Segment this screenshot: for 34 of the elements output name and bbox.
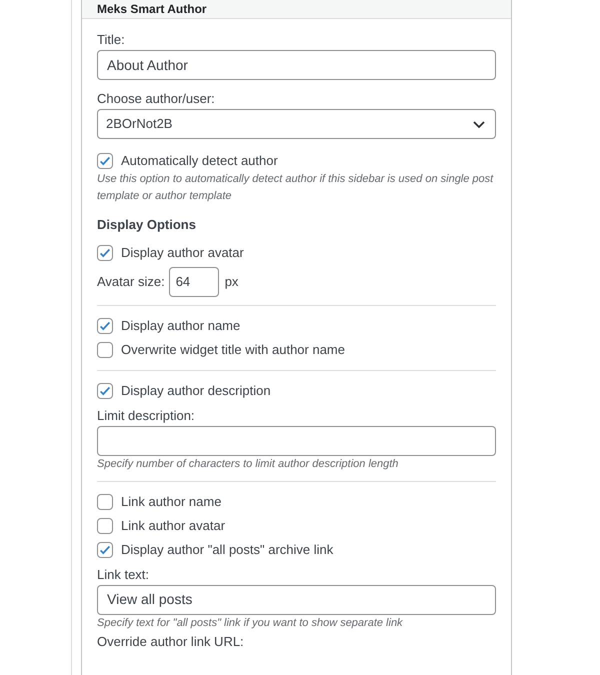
hint-text: Specify number of characters to limit author description length	[97, 456, 400, 472]
checkbox-label: Display author description	[121, 382, 271, 400]
checkbox-label: Automatically detect author	[121, 152, 278, 170]
text-input[interactable]: About Author	[97, 50, 496, 80]
hint-text: Use this option to automatically detect author if this sidebar is used on single post template or author template	[97, 172, 494, 204]
number-input[interactable]: 64	[168, 266, 219, 296]
checkbox[interactable]	[97, 542, 113, 558]
checkbox-label: Display author name	[121, 316, 240, 335]
checkbox[interactable]	[97, 318, 113, 334]
checkbox-label: Display author avatar	[121, 244, 244, 262]
field-label: Choose author/user:	[97, 90, 216, 108]
checkbox[interactable]	[97, 244, 113, 260]
checkbox[interactable]	[97, 342, 113, 358]
checkbox-label: Link author name	[121, 492, 222, 511]
checkbox[interactable]	[97, 494, 113, 510]
checkbox-label: Display author "all posts" archive link	[121, 540, 334, 559]
checkbox-label: Link author avatar	[121, 516, 226, 535]
unit-label: px	[224, 272, 238, 291]
checkbox[interactable]	[97, 382, 113, 398]
checkmark-icon	[98, 154, 112, 168]
field-label: Link text:	[97, 566, 150, 584]
field-label: Avatar size:	[97, 272, 165, 291]
text-input[interactable]	[97, 426, 496, 456]
hint-text: Specify text for "all posts" link if you want to show separate link	[97, 616, 404, 630]
checkbox[interactable]	[97, 518, 113, 534]
author-select[interactable]: 2BOrNot2B	[97, 109, 496, 139]
field-label: Override author link URL:	[97, 634, 245, 650]
checkbox-label: Overwrite widget title with author name	[121, 340, 345, 359]
section-heading: Display Options	[97, 216, 197, 234]
field-label: Limit description:	[97, 406, 196, 424]
text-input[interactable]: View all posts	[97, 584, 496, 614]
widget-title: Meks Smart Author	[97, 2, 207, 16]
field-label: Title:	[97, 31, 126, 49]
checkbox[interactable]	[97, 153, 113, 169]
